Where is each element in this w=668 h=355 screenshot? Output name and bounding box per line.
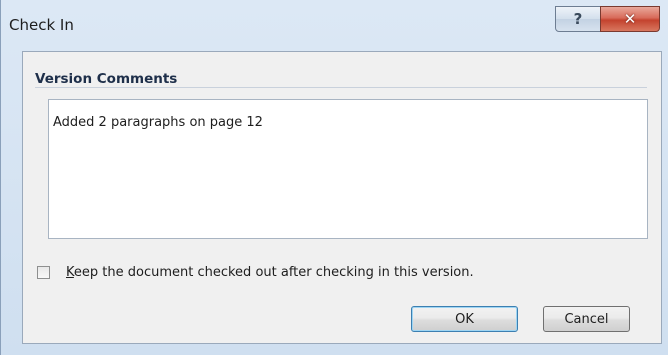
keep-checked-out-option[interactable]: Keep the document checked out after chec…: [37, 263, 474, 281]
version-comments-header: Version Comments: [35, 68, 647, 88]
ok-button[interactable]: OK: [411, 306, 518, 332]
keep-checked-out-label[interactable]: Keep the document checked out after chec…: [66, 265, 474, 280]
dialog-body: Version Comments Added 2 paragraphs on p…: [22, 51, 662, 344]
close-icon: ✕: [623, 10, 637, 28]
keep-checked-out-label-text: eep the document checked out after check…: [73, 264, 474, 280]
version-comments-value: Added 2 paragraphs on page 12: [53, 115, 263, 130]
section-title: Version Comments: [35, 71, 178, 87]
help-icon: ?: [573, 10, 583, 28]
keep-checked-out-checkbox[interactable]: [37, 265, 50, 279]
close-button[interactable]: ✕: [600, 6, 660, 32]
version-comments-textarea[interactable]: Added 2 paragraphs on page 12: [48, 99, 648, 239]
check-in-dialog: Check In ? ✕ Version Comments Added 2 pa…: [0, 0, 668, 355]
keep-checked-out-accelerator: K: [66, 264, 74, 280]
help-button[interactable]: ?: [555, 6, 601, 32]
dialog-title: Check In: [9, 16, 74, 34]
title-bar[interactable]: Check In ? ✕: [1, 0, 668, 50]
cancel-button[interactable]: Cancel: [543, 306, 630, 332]
